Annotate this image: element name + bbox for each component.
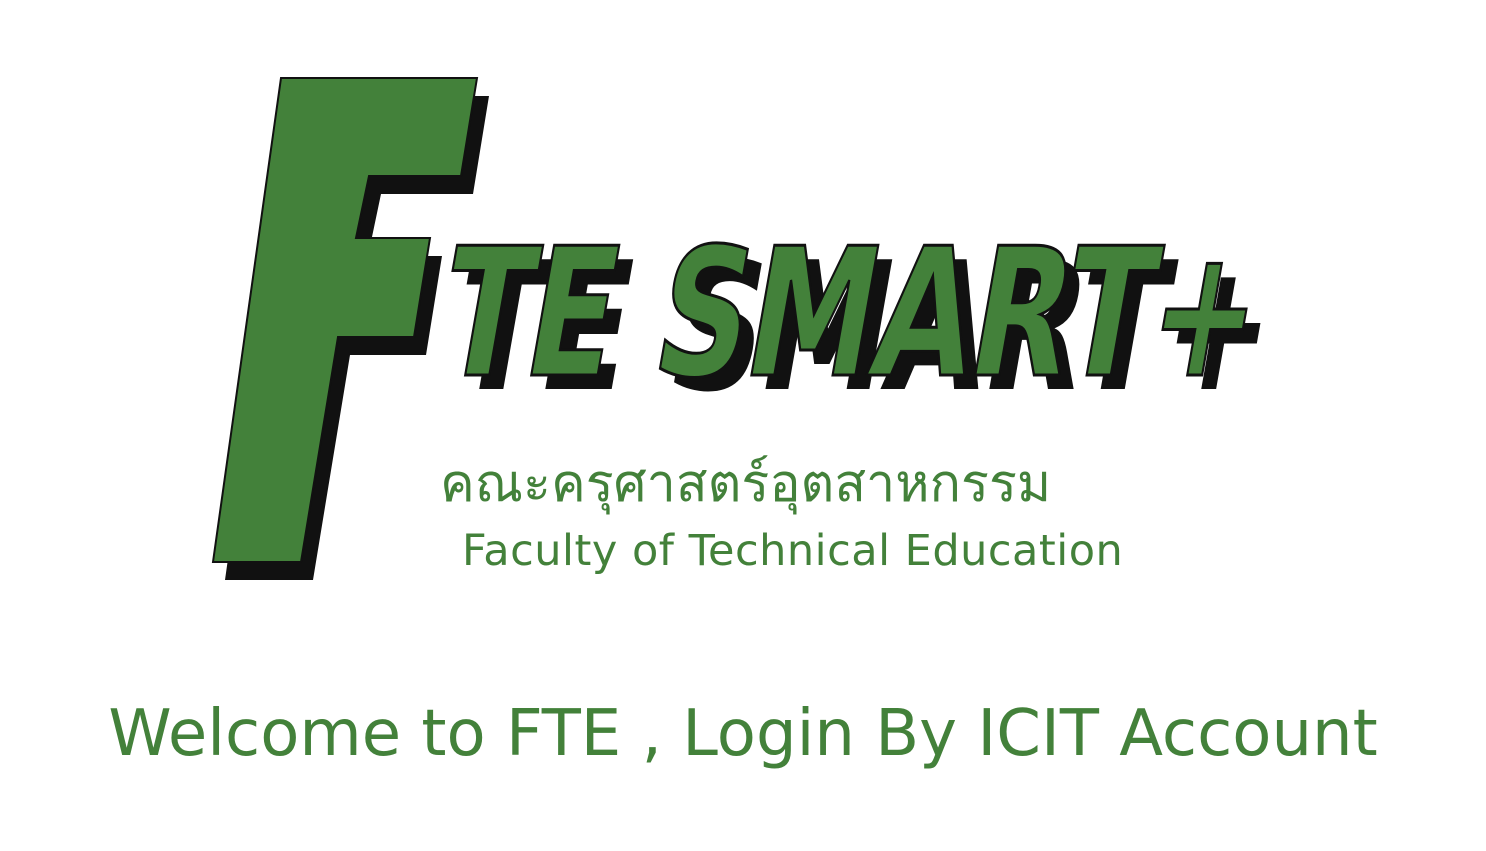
welcome-message: Welcome to FTE , Login By ICIT Account	[108, 697, 1378, 771]
fte-smart-logo: TE SMART+ TE SMART+ คณะครุศาสตร์อุตสาหกร…	[0, 0, 1486, 640]
faculty-english-name: Faculty of Technical Education	[462, 526, 1124, 576]
logo-title-text: TE SMART+	[425, 209, 1277, 419]
faculty-thai-name: คณะครุศาสตร์อุตสาหกรรม	[440, 454, 1052, 514]
logo-title: TE SMART+ TE SMART+	[425, 209, 1360, 435]
login-splash: TE SMART+ TE SMART+ คณะครุศาสตร์อุตสาหกร…	[0, 0, 1486, 851]
